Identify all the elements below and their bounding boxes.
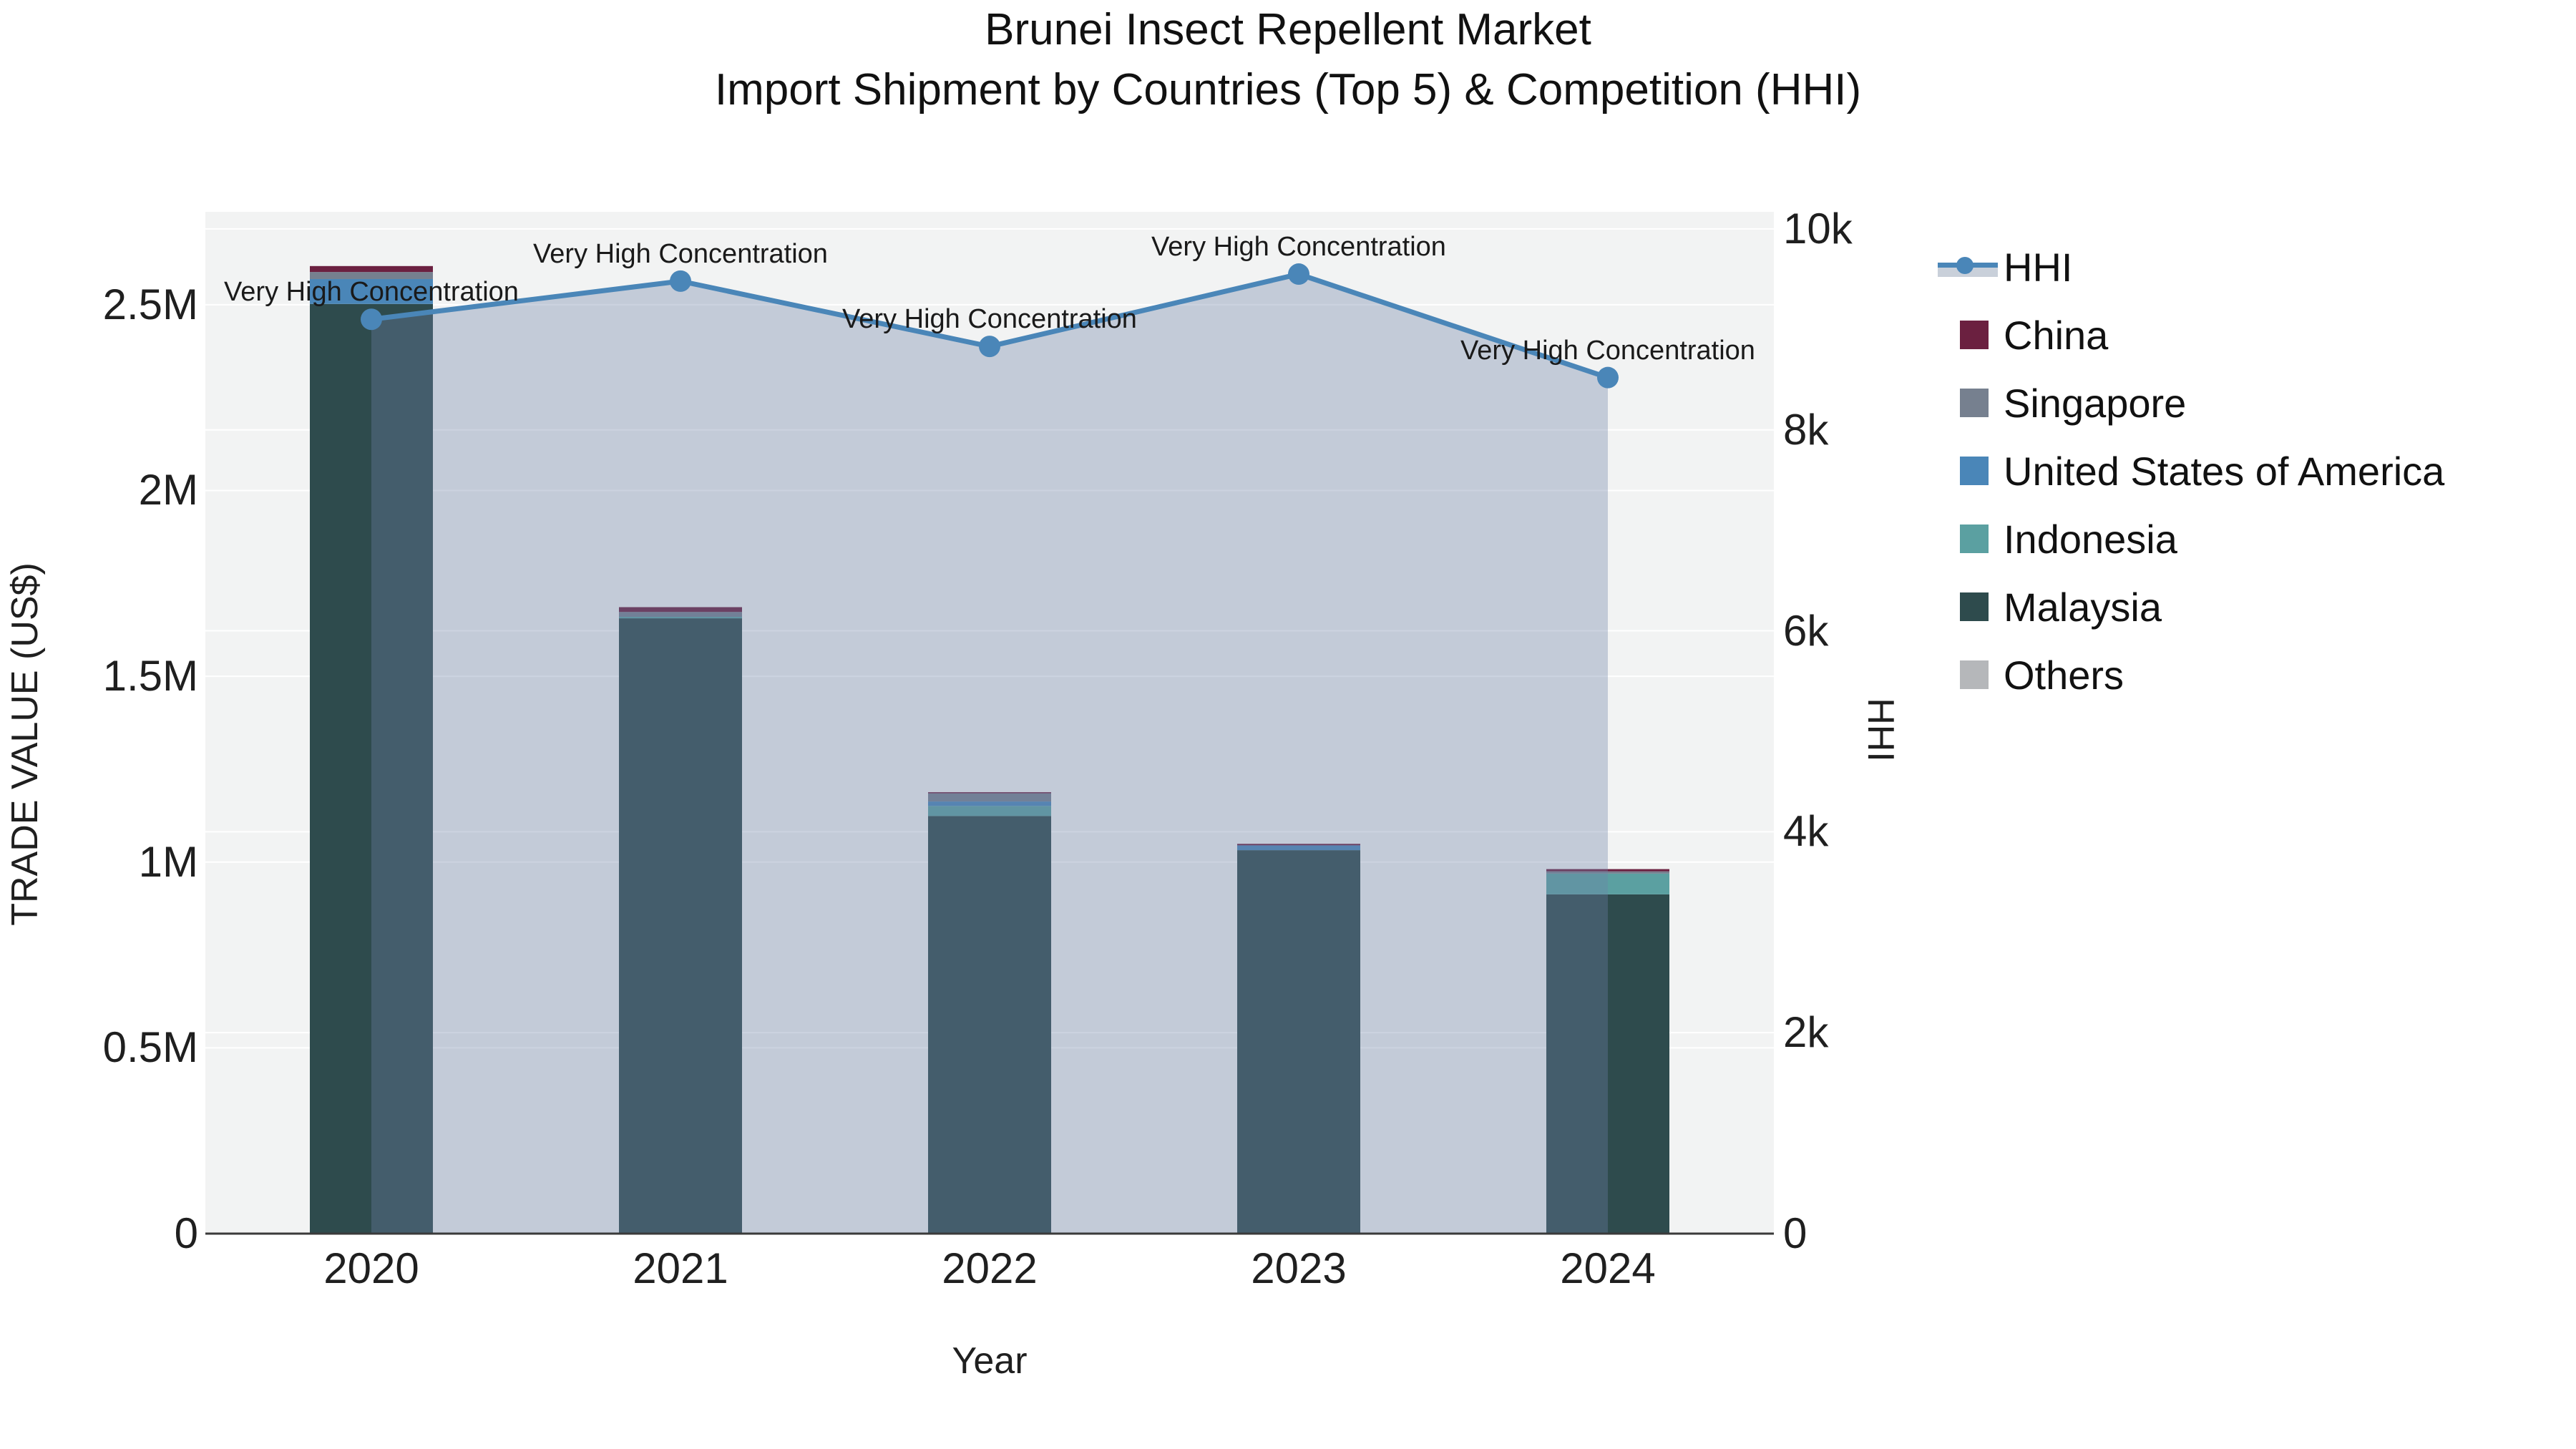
y-right-tick-2k: 2k bbox=[1783, 1008, 1829, 1057]
x-tick-2020: 2020 bbox=[323, 1244, 419, 1292]
hhi-marker-2024[interactable] bbox=[1597, 366, 1619, 389]
legend-swatch bbox=[1932, 301, 2004, 369]
y-left-tick-1M: 1M bbox=[138, 837, 198, 886]
annotation-2021: Very High Concentration bbox=[533, 238, 828, 269]
legend-color-swatch bbox=[1960, 321, 1989, 349]
y-right-tick-8k: 8k bbox=[1783, 405, 1829, 454]
x-tick-2021: 2021 bbox=[633, 1244, 728, 1292]
y-left-tick-0: 0 bbox=[174, 1209, 198, 1257]
hhi-marker-2022[interactable] bbox=[979, 336, 1000, 358]
legend-item-others[interactable]: Others bbox=[1932, 640, 2562, 709]
y-right-tick-4k: 4k bbox=[1783, 807, 1829, 856]
annotation-2022: Very High Concentration bbox=[842, 304, 1137, 335]
y-right-tick-6k: 6k bbox=[1783, 606, 1829, 655]
chart-title-line1: Brunei Insect Repellent Market bbox=[985, 5, 1591, 54]
annotation-2024: Very High Concentration bbox=[1460, 335, 1755, 366]
y-left-tick-1.5M: 1.5M bbox=[102, 652, 198, 701]
legend-swatch bbox=[1932, 436, 2004, 505]
chart-title: Brunei Insect Repellent Market Import Sh… bbox=[0, 0, 2576, 120]
legend-swatch bbox=[1932, 572, 2004, 641]
x-tick-2023: 2023 bbox=[1251, 1244, 1347, 1292]
hhi-area-fill bbox=[371, 274, 1608, 1234]
chart-title-line2: Import Shipment by Countries (Top 5) & C… bbox=[714, 65, 1862, 114]
legend-item-china[interactable]: China bbox=[1932, 301, 2562, 369]
legend-item-united-states-of-america[interactable]: United States of America bbox=[1932, 436, 2562, 505]
annotation-2023: Very High Concentration bbox=[1151, 232, 1446, 263]
hhi-marker-2023[interactable] bbox=[1288, 263, 1309, 286]
legend-item-singapore[interactable]: Singapore bbox=[1932, 369, 2562, 437]
legend-label: Singapore bbox=[2004, 380, 2187, 426]
legend-item-malaysia[interactable]: Malaysia bbox=[1932, 572, 2562, 641]
legend-item-indonesia[interactable]: Indonesia bbox=[1932, 504, 2562, 573]
y-right-tick-10k: 10k bbox=[1783, 204, 1853, 253]
legend-item-hhi[interactable]: HHI bbox=[1932, 233, 2562, 301]
legend-label: Malaysia bbox=[2004, 584, 2162, 630]
legend-label: United States of America bbox=[2004, 448, 2445, 494]
annotation-2020: Very High Concentration bbox=[224, 277, 519, 308]
legend-color-swatch bbox=[1960, 389, 1989, 417]
x-tick-2024: 2024 bbox=[1560, 1244, 1656, 1292]
legend-swatch bbox=[1932, 640, 2004, 709]
legend-swatch bbox=[1932, 369, 2004, 437]
y-left-tick-0.5M: 0.5M bbox=[102, 1023, 198, 1072]
legend-swatch bbox=[1932, 504, 2004, 573]
legend-label: Others bbox=[2004, 652, 2124, 698]
legend-label: HHI bbox=[2004, 244, 2073, 290]
legend-color-swatch bbox=[1960, 457, 1989, 485]
hhi-marker-2020[interactable] bbox=[361, 308, 382, 331]
y-axis-title-right: HHI bbox=[1860, 698, 1901, 762]
legend-label: China bbox=[2004, 312, 2109, 358]
legend-label: Indonesia bbox=[2004, 516, 2177, 562]
legend-marker-dot bbox=[1956, 257, 1974, 274]
legend-color-swatch bbox=[1960, 660, 1989, 689]
y-right-tick-0: 0 bbox=[1783, 1209, 1807, 1257]
chart-plot-area bbox=[205, 212, 1774, 1235]
legend-line-sample bbox=[1932, 233, 2004, 301]
x-axis-title: Year bbox=[952, 1340, 1028, 1382]
legend-color-swatch bbox=[1960, 525, 1989, 553]
x-tick-2022: 2022 bbox=[942, 1244, 1038, 1292]
y-left-tick-2M: 2M bbox=[138, 466, 198, 514]
legend-color-swatch bbox=[1960, 592, 1989, 621]
